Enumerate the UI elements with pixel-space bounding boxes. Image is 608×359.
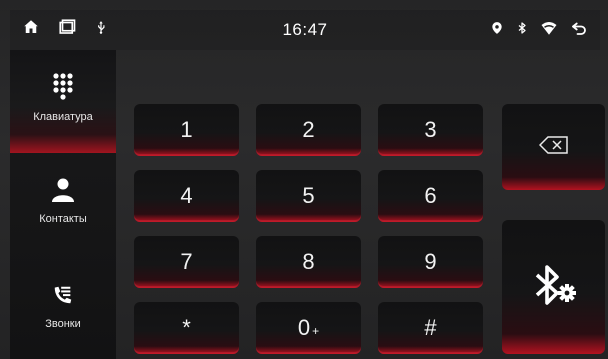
key-2[interactable]: 2 — [256, 104, 361, 156]
key-3[interactable]: 3 — [378, 104, 483, 156]
bluetooth-icon — [516, 19, 528, 37]
key-0[interactable]: 0 + — [256, 302, 361, 354]
dialpad-icon — [10, 50, 116, 103]
nav-item-calls[interactable]: Звонки — [10, 283, 116, 330]
key-label: 7 — [180, 249, 193, 274]
wifi-icon — [540, 19, 558, 37]
back-icon[interactable] — [570, 19, 588, 37]
key-6[interactable]: 6 — [378, 170, 483, 222]
key-9[interactable]: 9 — [378, 236, 483, 288]
key-1[interactable]: 1 — [134, 104, 239, 156]
left-nav: Клавиатура Контакты Звонки — [10, 50, 116, 359]
nav-item-label: Звонки — [45, 318, 81, 330]
key-label: * — [182, 315, 191, 340]
key-label: 4 — [180, 183, 193, 208]
key-label: 5 — [302, 183, 315, 208]
key-sub-label: + — [312, 324, 320, 338]
key-4[interactable]: 4 — [134, 170, 239, 222]
key-label: 0 — [297, 315, 311, 340]
key-8[interactable]: 8 — [256, 236, 361, 288]
call-log-icon — [10, 283, 116, 310]
key-7[interactable]: 7 — [134, 236, 239, 288]
backspace-button[interactable] — [502, 104, 605, 190]
nav-item-label: Контакты — [39, 213, 87, 225]
backspace-icon — [538, 135, 569, 159]
bluetooth-settings-icon — [529, 263, 579, 312]
key-label: 2 — [302, 117, 315, 142]
key-star[interactable]: * — [134, 302, 239, 354]
dial-keypad: 1 2 3 4 5 6 7 8 9 * 0 + # — [134, 104, 486, 359]
key-5[interactable]: 5 — [256, 170, 361, 222]
key-label: 9 — [424, 249, 437, 274]
bluetooth-settings-button[interactable] — [502, 220, 605, 354]
key-label: 6 — [424, 183, 437, 208]
contact-icon — [10, 178, 116, 205]
key-label: # — [424, 315, 437, 340]
key-label: 3 — [424, 117, 437, 142]
location-icon — [490, 19, 504, 37]
screen-frame: 16:47 Клавиатура Контакты Звонки 1 2 3 4… — [0, 0, 608, 359]
key-label: 8 — [302, 249, 315, 274]
nav-item-contacts[interactable]: Контакты — [10, 178, 116, 225]
status-bar: 16:47 — [10, 10, 600, 50]
status-bar-right — [490, 19, 588, 37]
nav-item-keyboard[interactable]: Клавиатура — [10, 50, 116, 153]
key-hash[interactable]: # — [378, 302, 483, 354]
key-label: 1 — [180, 117, 193, 142]
nav-item-label: Клавиатура — [33, 111, 93, 123]
